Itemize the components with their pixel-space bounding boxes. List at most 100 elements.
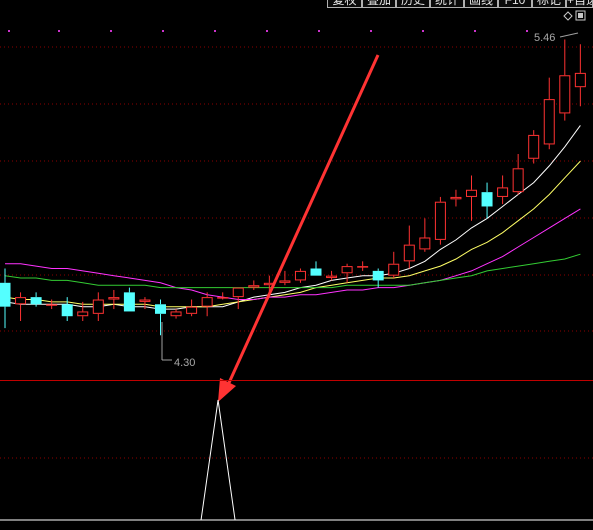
candle (155, 299, 166, 336)
candle (419, 218, 431, 252)
candle (388, 251, 400, 279)
candlesticks (0, 39, 586, 336)
candle (0, 268, 11, 329)
candle-body (357, 266, 369, 268)
candle-body (279, 280, 291, 283)
marker-dot (162, 30, 164, 32)
arrow-head (218, 378, 236, 402)
top-marker-dots (8, 30, 528, 32)
candle-body (559, 75, 571, 114)
red-arrow (218, 54, 380, 402)
candle-body (155, 304, 166, 314)
candle-body (528, 134, 540, 159)
overlay-button[interactable]: 叠加 (362, 0, 396, 8)
candle-body (434, 201, 446, 240)
candle (232, 287, 244, 310)
candle (326, 270, 338, 281)
add-watchlist-button[interactable]: +自选 (566, 0, 593, 8)
candle (559, 39, 571, 121)
candle-body (294, 270, 306, 281)
high-price-annotation: 5.46 (534, 32, 579, 44)
low-price-label: 4.30 (174, 357, 195, 369)
candle-body (77, 311, 89, 317)
candle-body (108, 297, 120, 300)
candle-body (15, 297, 27, 305)
candle (170, 309, 182, 319)
candle (434, 196, 446, 245)
marker-dot (526, 30, 528, 32)
candle (512, 153, 524, 195)
candle (186, 299, 198, 317)
marker-dot (370, 30, 372, 32)
candle (201, 292, 213, 317)
draw-line-button[interactable]: 画线 (464, 0, 498, 8)
candle-body (46, 304, 58, 306)
candle-body (574, 72, 586, 88)
signal-indicator (0, 399, 593, 521)
candle (403, 225, 415, 269)
low-price-annotation: 4.30 (161, 322, 195, 369)
candle-body (0, 282, 11, 307)
candle-body (217, 297, 229, 299)
candle (357, 261, 369, 271)
candle-body (481, 192, 493, 207)
candle-body (372, 270, 384, 281)
ma-line-yellow (4, 160, 581, 308)
candle (15, 292, 27, 321)
candle (341, 263, 353, 283)
indicator-spike (200, 399, 236, 521)
marker-dot (214, 30, 216, 32)
candle (248, 280, 260, 290)
marker-dot (474, 30, 476, 32)
candle-body (388, 263, 400, 276)
candle-body (419, 237, 431, 250)
candle-body (248, 285, 260, 288)
candle (481, 182, 493, 219)
window-icon-inner (578, 13, 583, 18)
candle-body (326, 275, 338, 279)
grid-lines (0, 46, 593, 459)
candle-body (201, 297, 213, 307)
candle-body (543, 99, 555, 145)
chart-toolbar: 复权 叠加 历史 统计 画线 F10 标记 +自选 (327, 0, 593, 9)
mark-button[interactable]: 标记 (532, 0, 566, 8)
candle (497, 175, 509, 205)
candle (92, 292, 104, 321)
marker-dot (110, 30, 112, 32)
candle (450, 189, 462, 207)
restore-rights-button[interactable]: 复权 (327, 0, 362, 8)
diamond-icon[interactable] (563, 11, 573, 21)
candle-body (232, 287, 244, 298)
candle-body (139, 299, 151, 302)
candle-body (186, 306, 198, 314)
ma-line-green (4, 253, 581, 289)
marker-dot (422, 30, 424, 32)
marker-dot (8, 30, 10, 32)
candle (279, 270, 291, 286)
corner-icons (563, 10, 586, 21)
candle (528, 130, 540, 164)
ma-line-white (4, 125, 581, 310)
candle-body (123, 292, 135, 312)
candle (466, 175, 477, 221)
candle (543, 77, 555, 150)
kline-chart[interactable]: 4.30 5.46 (0, 0, 593, 530)
ma-line-magenta (5, 208, 581, 300)
candle-body (30, 297, 42, 305)
marker-dot (58, 30, 60, 32)
candle-body (512, 168, 524, 193)
candle (217, 292, 229, 300)
candle-body (466, 189, 477, 197)
candle (108, 289, 120, 310)
candle-body (403, 244, 415, 262)
candle (123, 287, 135, 312)
statistics-button[interactable]: 统计 (430, 0, 464, 8)
high-price-label: 5.46 (534, 32, 555, 44)
f10-button[interactable]: F10 (498, 0, 532, 8)
marker-dot (266, 30, 268, 32)
moving-average-lines (4, 125, 581, 310)
candle-body (310, 268, 322, 276)
candle-body (497, 187, 509, 197)
history-button[interactable]: 历史 (396, 0, 430, 8)
candle (294, 268, 306, 283)
